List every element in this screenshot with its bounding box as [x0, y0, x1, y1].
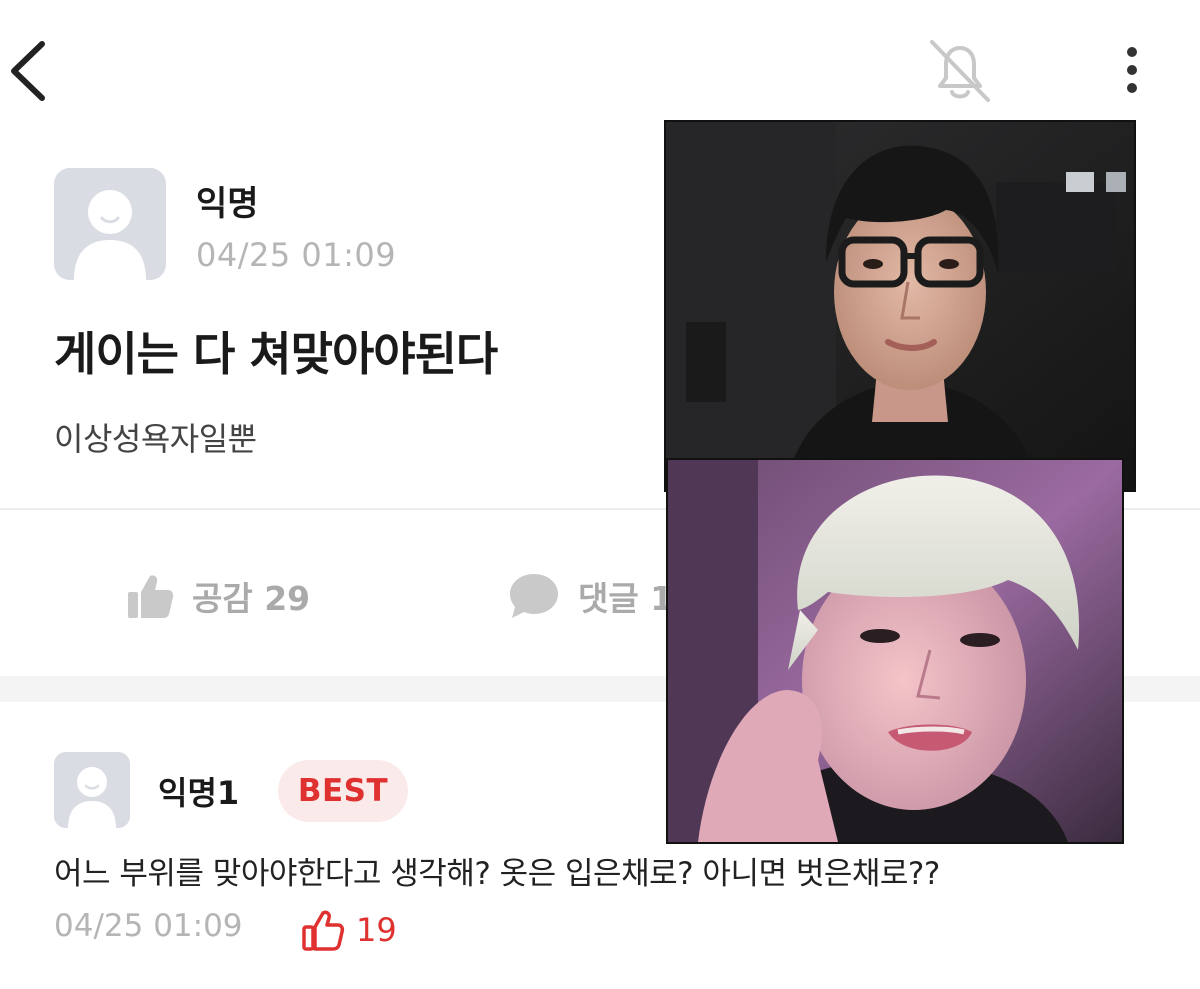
bell-off-icon [930, 40, 990, 102]
overlay-photo-blonde [666, 458, 1124, 844]
comment-like-button[interactable]: 19 [300, 904, 397, 956]
speech-bubble-icon [510, 574, 558, 618]
notification-toggle-button[interactable] [922, 36, 998, 106]
comment-timestamp: 04/25 01:09 [54, 908, 243, 944]
comment-button[interactable]: 댓글 1 [506, 566, 673, 626]
thumbs-up-outline-icon [302, 910, 345, 951]
post-timestamp: 04/25 01:09 [196, 236, 397, 274]
default-profile-icon [54, 168, 166, 280]
chevron-left-icon [11, 41, 45, 101]
like-button[interactable]: 공감 29 [124, 566, 310, 626]
comment-author-name: 익명1 [158, 774, 240, 812]
like-count-label: 공감 29 [192, 579, 311, 618]
comment-like-count: 19 [356, 911, 397, 949]
post-author-avatar [54, 168, 166, 280]
comment-author-avatar [54, 752, 130, 828]
top-bar [0, 0, 1200, 130]
best-badge: BEST [278, 760, 408, 822]
post-body: 이상성욕자일뿐 [54, 420, 257, 458]
more-options-button[interactable] [1112, 40, 1152, 100]
back-button[interactable] [4, 36, 54, 106]
more-vertical-icon [1127, 47, 1137, 93]
comment-count-label: 댓글 1 [578, 579, 674, 618]
thumbs-up-icon [128, 575, 174, 618]
comment-body: 어느 부위를 맞아야한다고 생각해? 옷은 입은채로? 아니면 벗은채로?? [54, 856, 940, 892]
post-author-name: 익명 [196, 184, 259, 224]
default-profile-icon [54, 752, 130, 828]
post-title: 게이는 다 쳐맞아야된다 [54, 327, 498, 381]
overlay-photo-glasses [664, 120, 1136, 492]
